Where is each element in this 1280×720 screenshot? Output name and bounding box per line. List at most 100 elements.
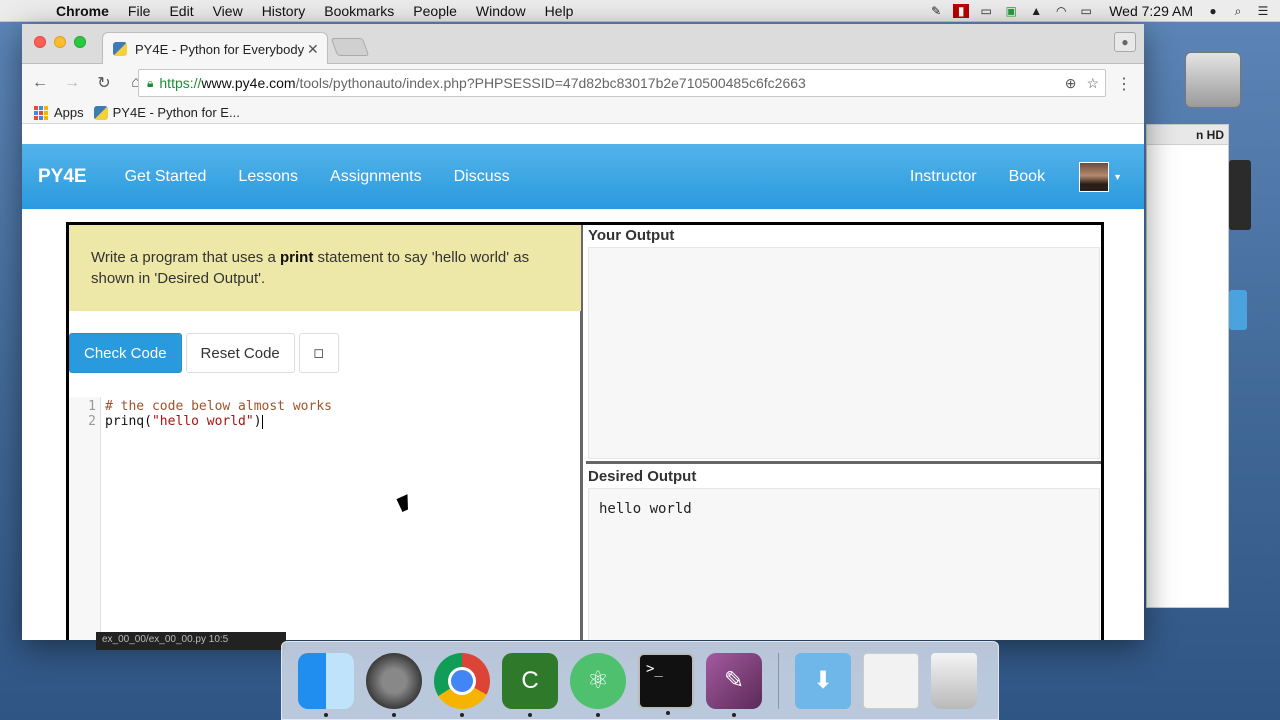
pdf-app-icon[interactable]: ✎ [706, 652, 762, 717]
tab-title: PY4E - Python for Everybody [135, 41, 305, 57]
macos-menu-bar: Chrome File Edit View History Bookmarks … [0, 0, 1280, 22]
navbar-right: Instructor Book ▼ [894, 144, 1144, 209]
notification-center-icon[interactable]: ☰ [1255, 4, 1271, 18]
zoom-icon[interactable]: ⊕ [1065, 75, 1077, 92]
pen-tool-icon[interactable]: ✎ [928, 4, 944, 18]
desired-output-box: hello world [588, 488, 1100, 640]
menu-edit[interactable]: Edit [169, 3, 193, 19]
apps-grid-icon [34, 105, 48, 120]
browser-toolbar: ← → ↻ ⌂ 🔒︎ https:// www.py4e.com /tools/… [22, 64, 1144, 102]
chrome-menu-icon[interactable]: ⋮ [1116, 74, 1132, 94]
chrome-icon[interactable] [434, 652, 490, 717]
menu-app-name[interactable]: Chrome [56, 3, 109, 19]
your-output-heading: Your Output [588, 227, 675, 244]
page-content: PY4E Get Started Lessons Assignments Dis… [22, 144, 1144, 640]
toggle-square-button[interactable]: ◻ [298, 333, 339, 373]
trash-icon[interactable] [931, 652, 977, 709]
camtasia-icon[interactable]: C [502, 652, 558, 717]
url-path: /tools/pythonauto/index.php?PHPSESSID=47… [295, 75, 806, 91]
line-number: 2 [88, 414, 96, 429]
chrome-window: PY4E - Python for Everybody ✕ ● ← → ↻ ⌂ … [22, 24, 1144, 640]
instruction-keyword: print [279, 249, 314, 266]
desired-output-heading: Desired Output [588, 468, 697, 485]
window-close-button[interactable] [34, 36, 46, 48]
evernote-icon[interactable]: ▣ [1003, 4, 1019, 18]
secure-lock-icon[interactable]: 🔒︎ [147, 76, 153, 91]
exercise-workarea: Write a program that uses a print statem… [66, 222, 1104, 640]
profile-icon[interactable]: ● [1114, 32, 1136, 52]
instruction-text-pre: Write a program that uses a [91, 249, 280, 266]
background-folder-icon [1229, 290, 1247, 330]
downloads-folder-icon[interactable]: ⬇ [795, 652, 851, 709]
battery-icon[interactable]: ▭ [1078, 4, 1094, 18]
display-icon[interactable]: ▭ [978, 4, 994, 18]
back-arrow-icon[interactable]: ← [26, 74, 54, 92]
documents-stack-icon[interactable] [863, 652, 919, 709]
tab-close-icon[interactable]: ✕ [307, 41, 327, 58]
finder-icon[interactable] [298, 652, 354, 717]
line-number: 1 [88, 399, 96, 414]
reload-icon[interactable]: ↻ [90, 73, 118, 93]
nav-lessons[interactable]: Lessons [238, 168, 298, 186]
code-editor[interactable]: 1 2 # the code below almost works prinq(… [69, 397, 581, 640]
nav-instructor[interactable]: Instructor [910, 168, 977, 186]
tab-py4e[interactable]: PY4E - Python for Everybody ✕ [102, 32, 328, 65]
code-line[interactable]: # the code below almost works [105, 399, 332, 414]
status-menus: ✎ ▮ ▭ ▣ ▲ ◠ ▭ Wed 7:29 AM ● ⌕ ☰ [928, 0, 1280, 22]
airplay-icon[interactable]: ▲ [1028, 4, 1044, 18]
code-token-function: prinq( [105, 414, 152, 429]
window-controls [34, 36, 86, 48]
nav-book[interactable]: Book [1009, 168, 1045, 186]
menu-file[interactable]: File [128, 3, 151, 19]
python-favicon-icon [93, 105, 108, 120]
menu-clock[interactable]: Wed 7:29 AM [1109, 3, 1193, 19]
bookmarks-bar: Apps PY4E - Python for E... [22, 102, 1144, 124]
background-window-title: n HD [1147, 125, 1228, 145]
menu-bookmarks[interactable]: Bookmarks [324, 3, 394, 19]
output-pane: Your Output Desired Output hello world [586, 225, 1101, 640]
hard-drive-icon[interactable] [1185, 52, 1241, 108]
code-token-paren: ) [253, 414, 262, 429]
menu-view[interactable]: View [213, 3, 243, 19]
site-navbar: PY4E Get Started Lessons Assignments Dis… [22, 144, 1144, 209]
atom-icon[interactable]: ⚛ [570, 652, 626, 717]
reset-code-button[interactable]: Reset Code [185, 333, 295, 373]
url-host: www.py4e.com [201, 75, 296, 91]
terminal-icon[interactable]: >_ [638, 652, 694, 715]
background-finder-window: n HD [1146, 124, 1229, 608]
python-favicon-icon [113, 42, 127, 56]
line-number-gutter: 1 2 [69, 397, 101, 640]
bookmark-py4e[interactable]: PY4E - Python for E... [93, 105, 240, 120]
site-brand[interactable]: PY4E [38, 166, 87, 188]
exercise-instructions: Write a program that uses a print statem… [69, 225, 581, 311]
your-output-box [588, 247, 1100, 459]
user-icon[interactable]: ● [1205, 4, 1221, 18]
editor-button-row: Check Code Reset Code ◻ [69, 333, 343, 373]
menu-window[interactable]: Window [476, 3, 526, 19]
menu-history[interactable]: History [262, 3, 306, 19]
new-tab-button[interactable] [330, 38, 370, 56]
check-code-button[interactable]: Check Code [69, 333, 182, 373]
nav-get-started[interactable]: Get Started [125, 168, 207, 186]
pane-divider[interactable] [586, 461, 1101, 464]
spotlight-search-icon[interactable]: ⌕ [1230, 4, 1246, 18]
user-avatar[interactable] [1079, 161, 1110, 192]
menu-people[interactable]: People [413, 3, 457, 19]
text-cursor [261, 414, 263, 429]
wifi-icon[interactable]: ◠ [1053, 4, 1069, 18]
bookmark-star-icon[interactable]: ☆ [1086, 75, 1099, 92]
nav-discuss[interactable]: Discuss [454, 168, 510, 186]
bookmark-apps[interactable]: Apps [34, 105, 84, 120]
code-pane: Write a program that uses a print statem… [69, 225, 583, 640]
screen-recorder-icon[interactable]: ▮ [953, 4, 970, 18]
chevron-down-icon[interactable]: ▼ [1113, 172, 1122, 182]
nav-assignments[interactable]: Assignments [330, 168, 422, 186]
system-preferences-icon[interactable] [366, 652, 422, 717]
address-bar[interactable]: 🔒︎ https:// www.py4e.com /tools/pythonau… [138, 69, 1106, 97]
desired-output-text: hello world [599, 501, 692, 517]
window-maximize-button[interactable] [74, 36, 86, 48]
code-line[interactable]: prinq("hello world") [105, 414, 263, 429]
window-minimize-button[interactable] [54, 36, 66, 48]
menu-help[interactable]: Help [545, 3, 574, 19]
forward-arrow-icon[interactable]: → [58, 74, 86, 92]
